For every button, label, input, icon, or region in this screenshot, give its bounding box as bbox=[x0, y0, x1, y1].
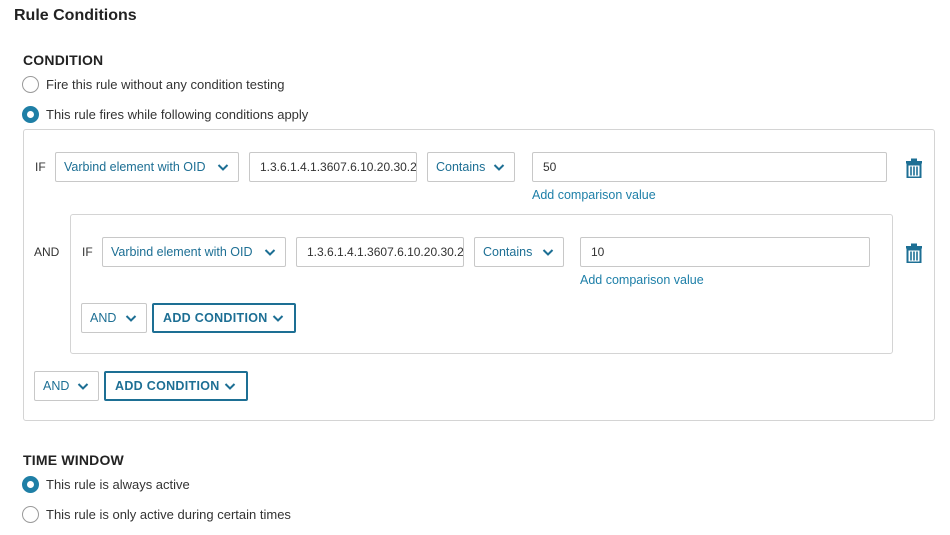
radio-label: Fire this rule without any condition tes… bbox=[46, 77, 285, 92]
comparison-value-input[interactable] bbox=[532, 152, 887, 182]
add-condition-label: ADD CONDITION bbox=[115, 379, 220, 393]
comparison-value-input[interactable] bbox=[580, 237, 870, 267]
add-condition-label: ADD CONDITION bbox=[163, 311, 268, 325]
add-comparison-value-link[interactable]: Add comparison value bbox=[580, 273, 704, 287]
operator-select-value: Contains bbox=[483, 245, 533, 259]
radio-label: This rule is always active bbox=[46, 477, 190, 492]
oid-input[interactable] bbox=[249, 152, 417, 182]
radio-button-checked[interactable] bbox=[22, 106, 39, 123]
chevron-down-icon bbox=[217, 164, 229, 171]
radio-label: This rule is only active during certain … bbox=[46, 507, 291, 522]
radio-button-checked[interactable] bbox=[22, 476, 39, 493]
if-keyword: IF bbox=[35, 160, 46, 174]
page-title: Rule Conditions bbox=[14, 7, 137, 24]
and-keyword: AND bbox=[34, 245, 60, 259]
chevron-down-icon bbox=[493, 164, 505, 171]
chevron-down-icon bbox=[542, 249, 554, 256]
logic-select[interactable]: AND bbox=[34, 371, 99, 401]
radio-certain-times[interactable]: This rule is only active during certain … bbox=[22, 506, 291, 523]
radio-always-active[interactable]: This rule is always active bbox=[22, 476, 190, 493]
add-condition-button[interactable]: ADD CONDITION bbox=[104, 371, 248, 401]
logic-select[interactable]: AND bbox=[81, 303, 147, 333]
trash-icon[interactable] bbox=[905, 158, 923, 178]
chevron-down-icon bbox=[224, 383, 236, 390]
add-comparison-value-link[interactable]: Add comparison value bbox=[532, 188, 656, 202]
element-select[interactable]: Varbind element with OID bbox=[102, 237, 286, 267]
radio-button-unchecked[interactable] bbox=[22, 76, 39, 93]
trash-icon[interactable] bbox=[905, 243, 923, 263]
chevron-down-icon bbox=[264, 249, 276, 256]
oid-input[interactable] bbox=[296, 237, 464, 267]
operator-select[interactable]: Contains bbox=[427, 152, 515, 182]
radio-label: This rule fires while following conditio… bbox=[46, 107, 309, 122]
operator-select-value: Contains bbox=[436, 160, 486, 174]
time-window-heading: TIME WINDOW bbox=[23, 452, 124, 468]
chevron-down-icon bbox=[125, 315, 137, 322]
add-condition-button[interactable]: ADD CONDITION bbox=[152, 303, 296, 333]
radio-conditions-apply[interactable]: This rule fires while following conditio… bbox=[22, 106, 308, 123]
element-select[interactable]: Varbind element with OID bbox=[55, 152, 239, 182]
radio-button-unchecked[interactable] bbox=[22, 506, 39, 523]
nested-condition-group bbox=[70, 214, 893, 354]
element-select-value: Varbind element with OID bbox=[111, 245, 253, 259]
logic-select-value: AND bbox=[43, 379, 70, 393]
condition-heading: CONDITION bbox=[23, 52, 104, 68]
if-keyword: IF bbox=[82, 245, 93, 259]
operator-select[interactable]: Contains bbox=[474, 237, 564, 267]
chevron-down-icon bbox=[77, 383, 89, 390]
element-select-value: Varbind element with OID bbox=[64, 160, 206, 174]
radio-no-condition[interactable]: Fire this rule without any condition tes… bbox=[22, 76, 284, 93]
logic-select-value: AND bbox=[90, 311, 117, 325]
chevron-down-icon bbox=[272, 315, 284, 322]
